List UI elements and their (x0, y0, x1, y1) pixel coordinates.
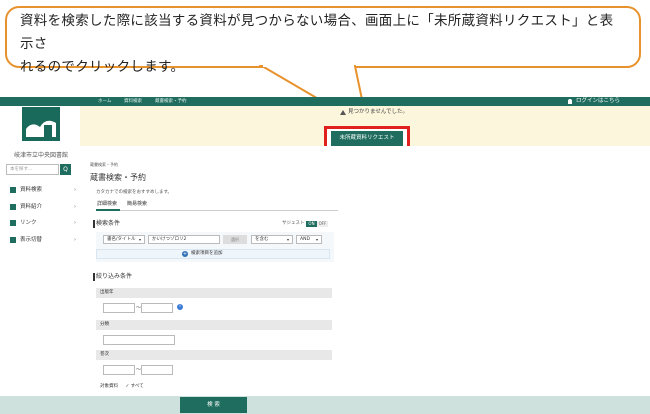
filter-conditions-heading: 絞り込み条件 (96, 273, 133, 280)
breadcrumb: 蔵書検索・予約 (90, 162, 118, 167)
target-all-checkbox[interactable]: ✓ すべて (125, 384, 143, 389)
classification-input[interactable] (103, 335, 175, 345)
chevron-down-icon: ▾ (286, 237, 289, 242)
chevron-right-icon: › (74, 187, 76, 193)
keyword-input[interactable]: かいけつゾロリ2 (148, 235, 220, 244)
callout-line-1: 資料を検索した際に該当する資料が見つからない場合、画面上に「未所蔵資料リクエスト… (20, 13, 614, 52)
year-to-input[interactable] (141, 303, 173, 313)
page-title: 蔵書検索・予約 (90, 173, 146, 182)
tab-divider (96, 210, 338, 211)
info-icon[interactable]: i (177, 304, 183, 310)
match-select-value: を含む (255, 237, 269, 242)
sidebar-item-intro[interactable]: 資料紹介 › (10, 201, 76, 213)
suggest-toggle-on[interactable]: ON (306, 221, 317, 227)
book-icon (10, 186, 16, 193)
volume-label: 巻次 (96, 350, 332, 360)
section-marker (93, 220, 95, 228)
nav-subsearch-link[interactable]: 蔵書検索・予約 (155, 97, 187, 106)
chevron-down-icon: ▾ (315, 237, 318, 242)
target-material-label: 対象資料 (100, 384, 118, 389)
volume-from-input[interactable] (103, 365, 135, 375)
library-logo (22, 107, 60, 141)
target-material-row: 対象資料 ✓ すべて (100, 383, 144, 389)
sidebar-item-label: 資料紹介 (20, 204, 43, 210)
side-search-button[interactable]: Q (60, 164, 71, 175)
sidebar-item-label: 資料検索 (20, 187, 43, 193)
search-conditions-heading: 検索条件 (96, 220, 121, 227)
nav-search-link[interactable]: 資料検索 (124, 97, 142, 106)
tab-detail-search[interactable]: 詳細検索 (97, 199, 117, 209)
books-icon (10, 203, 16, 210)
tab-simple-search[interactable]: 簡易検索 (127, 199, 147, 209)
year-from-input[interactable] (103, 303, 135, 313)
chevron-right-icon: › (74, 237, 76, 243)
sidebar-item-search[interactable]: 資料検索 › (10, 184, 76, 196)
select-button[interactable]: 選択 (223, 235, 247, 244)
sidebar-item-display[interactable]: 表示切替 › (10, 234, 76, 246)
side-search-input[interactable]: 本を探す... (6, 164, 59, 175)
active-tab-indicator (96, 209, 120, 211)
chevron-right-icon: › (74, 204, 76, 210)
nav-home-link[interactable]: ホーム (98, 97, 111, 106)
link-icon (10, 219, 16, 226)
switch-icon (10, 236, 16, 243)
sidebar-item-label: 表示切替 (20, 237, 43, 243)
add-condition-label: 検索項目を追加 (191, 251, 223, 256)
logic-select[interactable]: AND ▾ (296, 235, 322, 244)
callout-line-2: れるのでクリックします。 (20, 59, 185, 75)
footer-bar (0, 396, 650, 414)
chevron-right-icon: › (74, 220, 76, 226)
logic-select-value: AND (300, 237, 310, 242)
callout-text: 資料を検索した際に該当する資料が見つからない場合、画面上に「未所蔵資料リクエスト… (20, 10, 620, 79)
search-button[interactable]: 検 索 (180, 397, 247, 413)
unowned-material-request-button[interactable]: 未所蔵資料リクエスト (331, 131, 403, 146)
match-select[interactable]: を含む ▾ (251, 235, 293, 244)
not-found-message: 見つかりませんでした。 (348, 109, 409, 115)
year-label: 出版年 (96, 288, 332, 298)
sidebar-item-label: リンク (20, 220, 37, 226)
classification-label: 分類 (96, 320, 332, 330)
sidebar-item-links[interactable]: リンク › (10, 217, 76, 229)
field-select[interactable]: 書名/タイトル ▾ (103, 235, 145, 244)
library-name: 岐津市立中央図書館 (13, 152, 68, 159)
login-link[interactable]: ログインはこちら (576, 97, 620, 106)
field-select-value: 書名/タイトル (107, 237, 136, 242)
warning-icon (340, 110, 346, 115)
section-marker (93, 273, 95, 281)
search-hint: カタカナでの検索をおすすめします。 (96, 190, 173, 195)
chevron-down-icon: ▾ (138, 237, 141, 242)
plus-circle-icon: + (182, 251, 188, 257)
suggest-toggle-off[interactable]: OFF (317, 221, 328, 227)
user-icon (568, 99, 572, 104)
suggest-label: サジェスト (282, 221, 305, 226)
volume-to-input[interactable] (141, 365, 173, 375)
